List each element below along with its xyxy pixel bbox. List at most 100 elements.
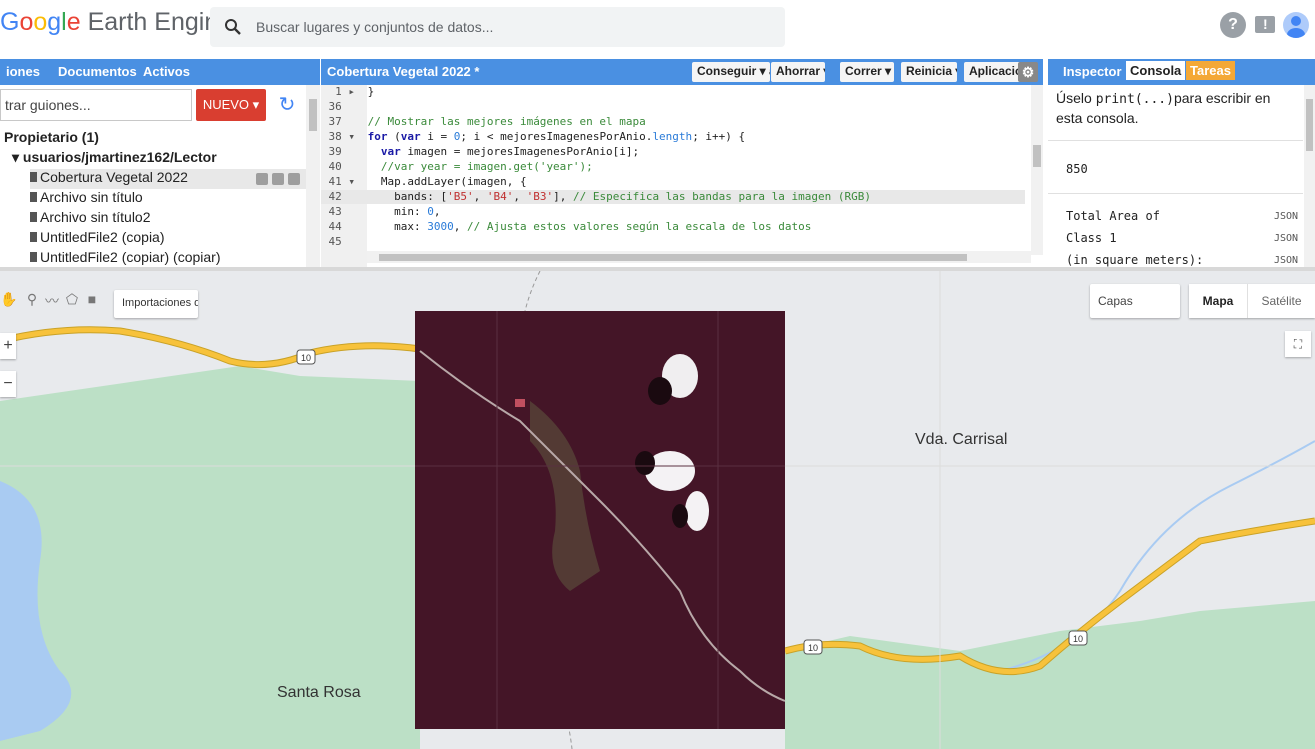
code-text: Map.addLayer(imagen, { [361, 175, 527, 188]
code-line[interactable]: 36 [321, 100, 1025, 114]
scripts-panel: NUEVO ▾ ↻ Propietario (1) ▾ usuarios/jma… [0, 85, 320, 267]
script-item[interactable]: UntitledFile2 (copia) [30, 229, 165, 249]
scrollbar[interactable] [306, 85, 320, 267]
help-icon[interactable]: ? [1220, 12, 1246, 38]
code-text: max: 3000, // Ajusta estos valores según… [361, 220, 812, 233]
json-toggle[interactable]: JSON [1274, 255, 1298, 266]
script-label: Cobertura Vegetal 2022 [40, 169, 188, 185]
reset-button[interactable]: Reinicia ▾ [901, 62, 957, 82]
geometry-imports-button[interactable]: Importaciones de ge [114, 290, 198, 318]
hint-text: Úselo [1056, 90, 1096, 106]
layers-button[interactable]: Capas [1090, 284, 1180, 318]
search-input[interactable] [256, 15, 766, 39]
code-line[interactable]: 1 ▸ } [321, 85, 1025, 99]
code-text: // Mostrar las mejores imágenes en el ma… [367, 115, 646, 128]
console-hint: Úselo print(...)para escribir en esta co… [1056, 89, 1286, 128]
tab-console[interactable]: Consola [1126, 61, 1186, 80]
line-icon[interactable]: 〰 [44, 291, 60, 309]
script-item[interactable]: Archivo sin título [30, 189, 143, 209]
hand-icon[interactable]: ✋ [0, 291, 17, 309]
line-number: 45 [328, 235, 355, 248]
code-line[interactable]: 37 // Mostrar las mejores imágenes en el… [321, 115, 1025, 129]
point-marker-icon[interactable]: ⚲ [24, 291, 40, 309]
user-folder-label: usuarios/jmartinez162/Lector [22, 149, 217, 165]
console-output: Class 1 [1066, 231, 1117, 245]
delete-icon[interactable] [288, 173, 300, 185]
script-item[interactable]: Cobertura Vegetal 2022 [30, 169, 306, 189]
owner-folder[interactable]: Propietario (1) [4, 129, 99, 145]
console-output: Total Area of [1066, 209, 1160, 223]
code-line[interactable]: 44 max: 3000, // Ajusta estos valores se… [321, 220, 1025, 234]
map-type-toggle: Mapa Satélite [1189, 284, 1315, 318]
search-icon [224, 18, 242, 39]
script-item[interactable]: UntitledFile2 (copiar) (copiar) [30, 249, 221, 267]
refresh-icon[interactable]: ↻ [272, 89, 302, 121]
tab-inspector[interactable]: Inspector [1063, 64, 1122, 79]
polygon-icon[interactable]: ⬠ [64, 291, 80, 309]
file-icon [30, 252, 37, 262]
script-item[interactable]: Archivo sin título2 [30, 209, 151, 229]
console-panel: Úselo print(...)para escribir en esta co… [1048, 85, 1315, 267]
logo[interactable]: Google Earth Engine [0, 8, 232, 37]
scrollbar[interactable] [1304, 85, 1315, 267]
code-line[interactable]: 42 bands: ['B5', 'B4', 'B3'], // Especif… [321, 190, 1025, 204]
save-button[interactable]: Ahorrar ▾ [771, 62, 825, 82]
user-folder[interactable]: ▾ usuarios/jmartinez162/Lector [12, 149, 217, 166]
map-type-satellite[interactable]: Satélite [1247, 284, 1315, 318]
line-number: 1 ▸ [335, 85, 355, 98]
rename-icon[interactable] [272, 173, 284, 185]
line-number: 43 [328, 205, 355, 218]
json-toggle[interactable]: JSON [1274, 233, 1298, 244]
code-line[interactable]: 41 ▾ Map.addLayer(imagen, { [321, 175, 1025, 189]
console-output: (in square meters): [1066, 253, 1204, 267]
code-text: bands: ['B5', 'B4', 'B3'], // Especifica… [361, 190, 871, 203]
tab-assets[interactable]: Activos [143, 64, 190, 79]
route-shield-label: 10 [808, 643, 818, 653]
map-canvas[interactable]: 10 10 10 ✋ ⚲ 〰 ⬠ ■ Importaciones de ge +… [0, 271, 1315, 749]
gear-icon[interactable]: ⚙ [1018, 62, 1038, 82]
search-box[interactable] [210, 7, 785, 47]
top-bar: Google Earth Engine ? [0, 0, 1315, 56]
rectangle-icon[interactable]: ■ [84, 291, 100, 309]
filter-scripts-input[interactable] [0, 89, 192, 121]
zoom-in-button[interactable]: + [0, 333, 16, 359]
history-icon[interactable] [256, 173, 268, 185]
file-icon [30, 232, 37, 242]
script-label: UntitledFile2 (copiar) (copiar) [40, 249, 221, 265]
code-editor[interactable]: 1 ▸ } 36 37 // Mostrar las mejores imágen… [321, 85, 1043, 267]
scrollbar[interactable] [1031, 85, 1043, 255]
line-number: 41 ▾ [328, 175, 356, 188]
tab-scripts[interactable]: iones [6, 64, 40, 79]
code-line[interactable]: 40 //var year = imagen.get('year'); [321, 160, 1025, 174]
code-line[interactable]: 45 [321, 235, 1025, 249]
script-title: Cobertura Vegetal 2022 * [327, 64, 480, 79]
apps-button[interactable]: Aplicaciones [964, 62, 1026, 82]
code-line[interactable]: 39 var imagen = mejoresImagenesPorAnio[i… [321, 145, 1025, 159]
zoom-out-button[interactable]: − [0, 371, 16, 397]
line-number: 36 [328, 100, 355, 113]
new-button[interactable]: NUEVO ▾ [196, 89, 266, 121]
line-number: 42 [328, 190, 355, 203]
code-line[interactable]: 43 min: 0, [321, 205, 1025, 219]
scrollbar[interactable] [367, 251, 1031, 263]
json-toggle[interactable]: JSON [1274, 211, 1298, 222]
feedback-icon[interactable] [1252, 12, 1278, 38]
code-text: } [361, 85, 375, 98]
get-link-button[interactable]: Conseguir ▾ ac [692, 62, 770, 82]
map-type-map[interactable]: Mapa [1189, 284, 1247, 318]
place-label: Vda. Carrisal [915, 431, 1008, 448]
account-avatar[interactable] [1283, 12, 1309, 38]
console-output: 850 [1066, 162, 1088, 176]
tab-tasks[interactable]: Tareas [1186, 61, 1235, 80]
fullscreen-icon[interactable]: ⛶ [1285, 331, 1311, 357]
code-line[interactable]: 38 ▾ for (var i = 0; i < mejoresImagenes… [321, 130, 1025, 144]
line-number: 44 [328, 220, 355, 233]
line-number: 40 [328, 160, 355, 173]
run-button[interactable]: Correr ▾ [840, 62, 894, 82]
editor-header: Cobertura Vegetal 2022 * Conseguir ▾ ac … [321, 59, 1043, 85]
tab-docs[interactable]: Documentos [58, 64, 137, 79]
script-label: Archivo sin título [40, 189, 143, 205]
file-icon [30, 192, 37, 202]
earth-engine-app: Google Earth Engine ? iones Documentos A… [0, 0, 1315, 749]
